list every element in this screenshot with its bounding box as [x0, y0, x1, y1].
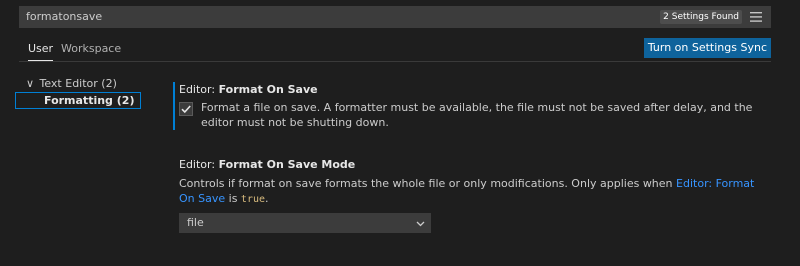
- toc-item-formatting[interactable]: Formatting (2): [15, 92, 141, 109]
- setting-category: Editor:: [179, 83, 219, 96]
- setting-checkbox-row: Format a file on save. A formatter must …: [179, 100, 761, 130]
- setting-title: Editor: Format On Save: [179, 82, 761, 98]
- tabs-divider: [19, 61, 771, 62]
- format-on-save-checkbox[interactable]: [179, 102, 193, 116]
- description-text: Controls if format on save formats the w…: [179, 177, 677, 190]
- turn-on-settings-sync-button[interactable]: Turn on Settings Sync: [643, 38, 771, 58]
- description-text: is: [225, 192, 241, 205]
- check-icon: [181, 105, 191, 114]
- setting-category: Editor:: [179, 158, 219, 171]
- focused-setting-indicator: [173, 82, 175, 130]
- setting-title: Editor: Format On Save Mode: [179, 157, 759, 173]
- settings-toc: ∨ Text Editor (2) Formatting (2): [15, 76, 145, 109]
- chevron-down-icon: [416, 221, 425, 227]
- setting-format-on-save: Editor: Format On Save Format a file on …: [179, 82, 761, 130]
- format-on-save-mode-select[interactable]: file: [179, 213, 431, 233]
- setting-name: Format On Save: [218, 83, 318, 96]
- settings-search-box[interactable]: 2 Settings Found: [19, 6, 771, 28]
- chevron-down-icon: ∨: [26, 77, 35, 90]
- toc-item-text-editor[interactable]: ∨ Text Editor (2): [15, 76, 145, 92]
- toc-item-label: Formatting (2): [44, 94, 135, 107]
- code-value: true: [240, 194, 266, 205]
- settings-count-badge: 2 Settings Found: [660, 10, 742, 24]
- toc-item-label: Text Editor (2): [39, 77, 117, 90]
- setting-description: Format a file on save. A formatter must …: [201, 101, 753, 129]
- setting-name: Format On Save Mode: [218, 158, 356, 171]
- filter-icon[interactable]: [749, 11, 763, 23]
- tab-user[interactable]: User: [28, 38, 54, 61]
- select-value: file: [187, 216, 204, 229]
- setting-description: Controls if format on save formats the w…: [179, 176, 759, 207]
- description-text: .: [265, 192, 269, 205]
- tab-workspace[interactable]: Workspace: [61, 38, 121, 60]
- setting-format-on-save-mode: Editor: Format On Save Mode Controls if …: [179, 157, 759, 233]
- settings-search-input[interactable]: [26, 6, 626, 28]
